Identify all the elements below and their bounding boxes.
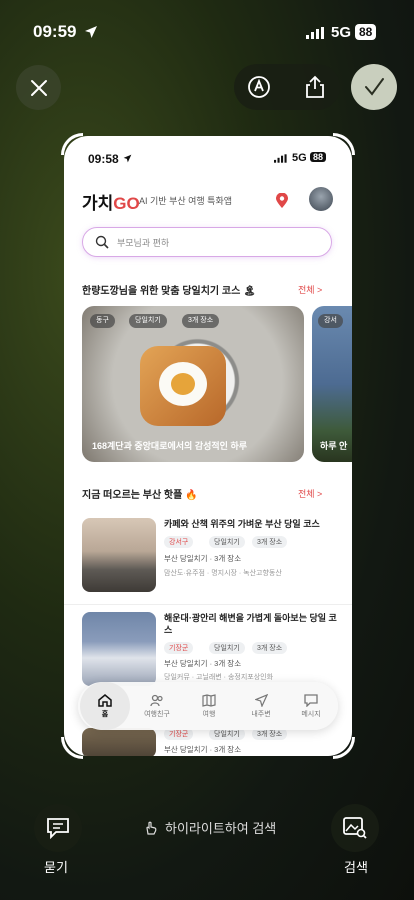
highlight-hint-text: 하이라이트하여 검색	[165, 821, 277, 836]
markup-button[interactable]	[244, 72, 274, 102]
tab-label: 홈	[101, 710, 109, 718]
list-thumbnail	[82, 518, 156, 592]
list-item-meta: 부산 당일치기 · 3개 장소	[164, 745, 242, 754]
list-item-title: 해운대·광안리 해변을 가볍게 돌아보는 당일 코스	[164, 613, 337, 635]
status-time: 09:59	[33, 22, 77, 41]
search-icon	[95, 235, 109, 249]
battery-indicator: 88	[355, 24, 377, 40]
tag-places: 3개 장소	[252, 536, 288, 548]
visual-search-button[interactable]	[331, 804, 379, 852]
see-all-courses-link[interactable]: 전체 >	[298, 283, 322, 296]
divider	[64, 604, 352, 605]
section-title-custom-courses: 한량도깡님을 위한 맞춤 당일치기 코스 🏝	[82, 286, 256, 297]
list-item-title: 카페와 산책 위주의 가벼운 부산 당일 코스	[164, 519, 320, 529]
list-item-meta: 부산 당일치기 · 3개 장소	[164, 659, 242, 668]
tab-nearby[interactable]: 내주변	[236, 682, 286, 730]
chip-district-2: 강서	[318, 314, 343, 328]
signal-icon	[306, 27, 324, 39]
app-logo[interactable]: 가치GO	[82, 189, 140, 214]
done-button[interactable]	[351, 64, 397, 110]
tab-label: 메시지	[301, 710, 321, 718]
tab-home[interactable]: 홈	[80, 682, 130, 730]
location-pin-icon[interactable]	[276, 193, 288, 208]
chat-bubble-icon	[47, 818, 69, 839]
list-item-places: 맘산도·유주점 · 명지시장 · 녹산고향동산	[164, 570, 282, 577]
app-tagline: AI 기반 부산 여행 특화앱	[139, 196, 233, 206]
featured-card-caption: 168계단과 중앙대로에서의 감성적인 하루	[92, 441, 247, 451]
image-search-icon	[343, 817, 367, 839]
search-placeholder: 부모님과 편하	[117, 237, 170, 248]
location-arrow-icon	[85, 26, 97, 38]
tag-daytrip: 당일치기	[209, 536, 245, 548]
list-item[interactable]: 카페와 산책 위주의 가벼운 부산 당일 코스 강서구 당일치기 3개 장소 부…	[82, 518, 342, 598]
share-button[interactable]	[300, 72, 330, 102]
tab-trip[interactable]: 여행	[184, 682, 234, 730]
inner-network-type: 5G	[292, 152, 307, 164]
inner-location-icon	[123, 154, 132, 163]
list-item[interactable]: 기장군 당일치기 3개 장소 부산 당일치기 · 3개 장소	[82, 728, 342, 756]
bottom-tab-bar: 홈 여행친구 여행 내주변 메시지	[78, 682, 338, 730]
network-type: 5G	[331, 24, 352, 41]
search-input[interactable]: 부모님과 편하	[82, 227, 332, 257]
ask-label: 묻기	[44, 860, 68, 875]
tag-places: 3개 장소	[252, 642, 288, 654]
share-icon	[306, 75, 324, 98]
hand-tap-icon	[146, 821, 157, 835]
section-title-hot-places: 지금 떠오르는 부산 핫플 🔥	[82, 490, 198, 501]
tag-district: 기장군	[164, 642, 194, 654]
tag-district: 강서구	[164, 536, 194, 548]
featured-card-caption-2: 하루 안	[320, 441, 348, 451]
close-icon	[30, 79, 47, 96]
logo-accent: GO	[113, 194, 140, 213]
list-item-places: 당일커뮤 · 고닐래변 · 송정지포상인화	[164, 674, 274, 681]
tab-label: 내주변	[251, 710, 271, 718]
logo-main: 가치	[82, 194, 114, 213]
list-item[interactable]: 해운대·광안리 해변을 가볍게 돌아보는 당일 코스 기장군 당일치기 3개 장…	[82, 612, 342, 692]
list-item-meta: 부산 당일치기 · 3개 장소	[164, 554, 242, 563]
search-label: 검색	[344, 860, 368, 875]
navigate-icon	[254, 693, 268, 707]
chip-district: 동구	[90, 314, 115, 328]
tab-messages[interactable]: 메시지	[286, 682, 336, 730]
home-icon	[98, 693, 112, 707]
chip-places: 3개 장소	[182, 314, 220, 328]
tab-label: 여행친구	[144, 710, 170, 718]
tab-friends[interactable]: 여행친구	[132, 682, 182, 730]
featured-course-card[interactable]: 동구 당일치기 3개 장소 168계단과 중앙대로에서의 감성적인 하루	[82, 306, 304, 462]
inner-battery: 88	[310, 152, 327, 162]
markup-pen-icon	[248, 76, 270, 98]
list-thumbnail	[82, 728, 156, 756]
checkmark-icon	[365, 78, 384, 96]
chip-daytrip: 당일치기	[129, 314, 167, 328]
ask-button[interactable]	[34, 804, 82, 852]
avatar[interactable]	[309, 187, 333, 211]
inner-signal-icon	[274, 154, 287, 163]
featured-course-card-2[interactable]: 강서 하루 안	[312, 306, 352, 462]
tab-label: 여행	[202, 710, 216, 718]
map-icon	[202, 693, 216, 707]
tag-daytrip: 당일치기	[209, 642, 245, 654]
message-icon	[304, 693, 318, 707]
friends-icon	[150, 694, 163, 706]
screenshot-preview[interactable]: 09:58 5G 88 가치GO AI 기반 부산 여행 특화앱 부모님과 편하…	[64, 136, 352, 756]
highlight-search-hint: 하이라이트하여 검색	[143, 818, 276, 837]
list-thumbnail	[82, 612, 156, 686]
inner-status-time: 09:58	[88, 152, 119, 166]
close-button[interactable]	[16, 65, 61, 110]
yolk-image	[171, 373, 195, 395]
see-all-hot-link[interactable]: 전체 >	[298, 487, 322, 500]
